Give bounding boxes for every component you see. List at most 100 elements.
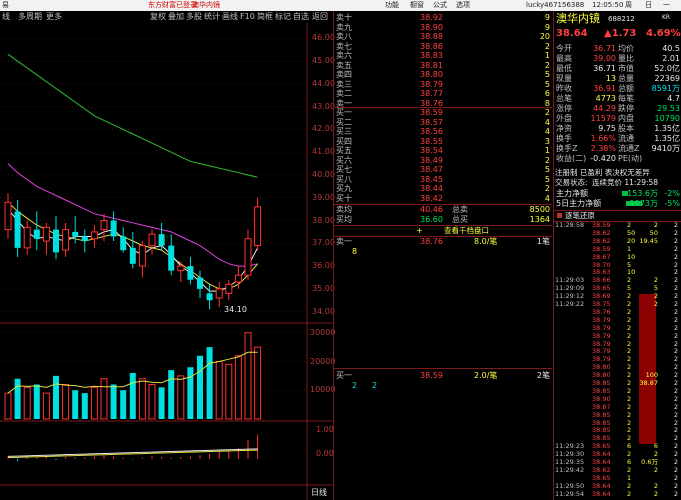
tick-price: 38.67 [592, 252, 611, 261]
tick-row: 11:29:42 38.62 2 2 2 [554, 466, 681, 474]
stat-value: 2.01 [662, 54, 680, 63]
order-row[interactable]: 卖八 38.88 20 [334, 32, 552, 41]
order-row[interactable]: 买七 38.47 5 [334, 165, 552, 174]
tick-direction: 2 [673, 331, 678, 340]
candle-body [42, 226, 50, 242]
avg-row: 卖均 40.46 总卖 8500 [334, 205, 552, 214]
order-row[interactable]: 卖九 38.90 9 [334, 23, 552, 32]
candle-body [158, 234, 165, 246]
order-row[interactable]: 卖五 38.81 2 [334, 61, 552, 70]
volume-bar [14, 378, 21, 419]
volume-bar [158, 387, 165, 419]
btn-overlay[interactable]: 叠加 [168, 11, 184, 23]
tick-volume: 2 [627, 315, 632, 324]
order-row[interactable]: 卖七 38.86 2 [334, 42, 552, 51]
order-label: 买四 [336, 136, 352, 146]
low-price-label: 34.10 [224, 305, 247, 314]
tick-volume: 2 [627, 363, 632, 372]
order-row[interactable]: 买三 38.56 4 [334, 127, 552, 136]
order-row[interactable]: 买五 38.54 1 [334, 146, 552, 155]
tab-line[interactable]: 线 [2, 11, 10, 23]
candle-body [4, 201, 12, 231]
tick-volume: 2 [627, 489, 632, 498]
candle-body [168, 245, 175, 271]
tick-order: 2 [653, 221, 658, 229]
price-tick-label: 36.00 [312, 261, 335, 271]
btn-adjust[interactable]: 复权 [150, 11, 166, 23]
tick-row: 11:29:23 38.65 6 6 2 [554, 442, 681, 450]
stat-row: 换手 1.66% 流通 1.35亿 [554, 134, 681, 143]
volume-bar [168, 370, 175, 419]
stat-value: 9410万 [651, 144, 680, 153]
volume-bar [234, 355, 242, 420]
tick-list[interactable]: 11:28:58 38.59 2 2 2 38.62 50 50 2 38.62 20 19.45 2 3… [554, 221, 681, 500]
btn-mark[interactable]: 标记 [275, 11, 291, 23]
order-volume: 1 [544, 146, 550, 155]
stock-tag: KR [662, 14, 671, 21]
tab-daily[interactable]: 日线 [311, 487, 327, 498]
window-button-2[interactable]: 日 [645, 0, 652, 11]
queue-row[interactable]: 卖一 38.76 8.0/笔 1笔 [334, 237, 552, 246]
order-row[interactable]: 买十 38.42 4 [334, 194, 552, 203]
order-volume: 20 [539, 32, 550, 41]
order-label: 卖四 [336, 70, 352, 79]
order-volume: 1 [544, 51, 550, 60]
minimize-button[interactable]: 一 [663, 0, 670, 11]
window-button-1[interactable]: 周 [625, 0, 632, 11]
order-label: 卖九 [336, 22, 352, 32]
order-row[interactable]: 卖三 38.79 5 [334, 80, 552, 89]
tick-row: 11:29:54 38.64 2 2 2 [554, 490, 681, 498]
user-name[interactable]: lucky467156388 [526, 0, 584, 11]
order-price: 38.56 [420, 127, 443, 136]
depth-header[interactable]: + 查看千档盘口 [334, 225, 552, 237]
price-tick-label: 46.00 [312, 33, 335, 43]
order-row[interactable]: 卖六 38.83 1 [334, 51, 552, 60]
order-price: 38.49 [420, 155, 443, 165]
menu-options[interactable]: 选项 [456, 0, 470, 11]
candle-body [225, 283, 233, 294]
stat-value: 1.35亿 [654, 134, 680, 143]
order-row[interactable]: 买九 38.44 2 [334, 184, 552, 193]
tick-row: 11:28:58 38.59 2 2 2 [554, 221, 681, 229]
order-volume: 4 [544, 117, 550, 127]
btn-draw[interactable]: 画线 [222, 11, 238, 23]
order-row[interactable]: 买六 38.49 2 [334, 156, 552, 165]
order-row[interactable]: 卖十 38.92 9 [334, 13, 552, 22]
macd-dif-line [7, 448, 258, 457]
queue-row[interactable]: 买一 38.59 2.0/笔 2笔 [334, 371, 552, 380]
order-row[interactable]: 卖二 38.77 6 [334, 89, 552, 98]
order-label: 买一 [336, 108, 352, 117]
avg-row: 买均 36.60 总买 1364 [334, 215, 552, 224]
tick-direction: 2 [673, 379, 678, 387]
tab-more[interactable]: 更多 [46, 11, 62, 23]
order-row[interactable]: 买一 38.59 2 [334, 108, 552, 117]
menu-showcase[interactable]: 橱窗 [410, 0, 424, 11]
stat-row: 换手Z 2.38% 流通Z 9410万 [554, 144, 681, 153]
btn-watchlist[interactable]: 自选 [293, 11, 309, 23]
btn-f10[interactable]: F10 [240, 11, 255, 23]
tick-direction: 2 [673, 434, 678, 443]
btn-stats[interactable]: 统计 [204, 11, 220, 23]
app-menu-label[interactable]: 易 [2, 0, 9, 11]
order-volume: 2 [544, 60, 550, 70]
volume-bar [129, 373, 136, 419]
order-row[interactable]: 买二 38.57 4 [334, 118, 552, 127]
order-row[interactable]: 卖四 38.80 5 [334, 70, 552, 79]
tab-multi-period[interactable]: 多周期 [18, 11, 42, 23]
tick-price: 38.80 [592, 371, 611, 380]
menu-function[interactable]: 功能 [385, 0, 399, 11]
order-row[interactable]: 买八 38.45 5 [334, 175, 552, 184]
tick-volume: 2 [627, 379, 632, 387]
menu-formula[interactable]: 公式 [433, 0, 447, 11]
stat-value: 52.0亿 [654, 64, 680, 73]
kline-chart[interactable] [0, 23, 332, 500]
tick-row: 38.90 2 2 [554, 395, 681, 403]
tick-order: 6 [653, 442, 658, 451]
tick-price: 38.79 [592, 355, 611, 364]
order-row[interactable]: 买四 38.55 3 [334, 137, 552, 146]
btn-simple-frame[interactable]: 简框 [257, 11, 273, 23]
btn-multi-stock[interactable]: 多股 [186, 11, 202, 23]
btn-back[interactable]: 返回 [312, 11, 328, 23]
stat-label: 涨停 [556, 104, 572, 113]
tick-price: 38.69 [592, 292, 611, 301]
